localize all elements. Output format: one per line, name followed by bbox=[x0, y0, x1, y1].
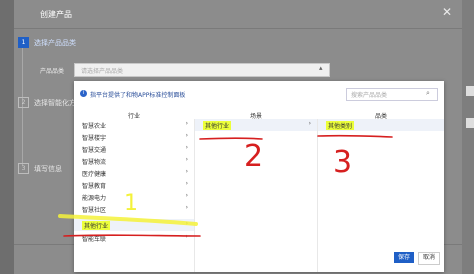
dialog-header: 创建产品 ✕ bbox=[14, 0, 462, 29]
step-2-number: 2 bbox=[18, 97, 29, 108]
industry-item[interactable]: 智慧楼宇 › bbox=[74, 131, 194, 143]
industry-item[interactable]: 智能车联 › bbox=[74, 232, 194, 244]
background-page-left bbox=[0, 0, 14, 274]
industry-item[interactable]: 智慧物流 › bbox=[74, 155, 194, 167]
industry-item[interactable]: 智慧农业 › bbox=[74, 119, 194, 131]
product-category-label: 产品品类 bbox=[40, 68, 65, 75]
chevron-right-icon: › bbox=[185, 120, 188, 127]
info-text: 指平台提供了和物APP标准控制面板 bbox=[90, 92, 186, 99]
product-category-select[interactable]: 请选择产品品类 ▴ bbox=[74, 63, 330, 77]
scene-label: 其他行业 bbox=[203, 121, 232, 130]
chevron-right-icon: › bbox=[185, 233, 188, 240]
industry-column: 智慧农业 › 智慧楼宇 › 智慧交通 › 智慧物流 › 医疗健康 › 智慧教育 › 能源电力… bbox=[74, 119, 195, 272]
industry-label: 智慧交通 bbox=[82, 147, 107, 154]
background-badge bbox=[466, 86, 474, 96]
industry-item-selected[interactable]: 其他行业 › bbox=[74, 219, 194, 231]
scene-column: 其他行业 › bbox=[195, 119, 318, 272]
search-icon[interactable]: ⌕ bbox=[426, 89, 430, 98]
chevron-right-icon: › bbox=[185, 220, 188, 227]
select-placeholder: 请选择产品品类 bbox=[81, 68, 124, 75]
category-search-input[interactable]: 搜索产品品类 ⌕ bbox=[346, 88, 438, 101]
category-label: 其他类别 bbox=[326, 121, 355, 130]
step-1-number: 1 bbox=[18, 37, 29, 48]
industry-label: 智能车联 bbox=[82, 236, 107, 243]
caret-up-icon: ▴ bbox=[319, 64, 323, 72]
industry-label: 医疗健康 bbox=[82, 171, 107, 178]
save-button[interactable]: 保存 bbox=[394, 252, 414, 263]
category-cascader-panel: i 指平台提供了和物APP标准控制面板 搜索产品品类 ⌕ 行业 场景 品类 智慧… bbox=[74, 81, 444, 272]
chevron-right-icon: › bbox=[185, 168, 188, 175]
info-icon: i bbox=[80, 90, 87, 97]
industry-item[interactable]: 智慧社区 › bbox=[74, 203, 194, 215]
search-placeholder: 搜索产品品类 bbox=[351, 92, 388, 99]
industry-label: 智慧农业 bbox=[82, 123, 107, 130]
industry-label: 智慧物流 bbox=[82, 159, 107, 166]
chevron-right-icon: › bbox=[185, 204, 188, 211]
category-item-selected[interactable]: 其他类别 bbox=[318, 119, 444, 131]
category-column: 其他类别 bbox=[318, 119, 444, 272]
close-icon[interactable]: ✕ bbox=[440, 5, 454, 19]
chevron-right-icon: › bbox=[185, 156, 188, 163]
step-3-number: 3 bbox=[18, 163, 29, 174]
chevron-right-icon: › bbox=[185, 132, 188, 139]
industry-label: 智慧楼宇 bbox=[82, 135, 107, 142]
chevron-right-icon: › bbox=[185, 144, 188, 151]
step-1-label: 选择产品品类 bbox=[34, 39, 76, 47]
industry-label: 能源电力 bbox=[82, 195, 107, 202]
step-2-label: 选择智能化方 bbox=[34, 99, 76, 107]
step-3-label: 填写信息 bbox=[34, 165, 62, 173]
industry-item[interactable]: 智慧交通 › bbox=[74, 143, 194, 155]
industry-label: 其他行业 bbox=[82, 221, 111, 230]
background-badge bbox=[466, 118, 474, 128]
dialog-title: 创建产品 bbox=[40, 10, 72, 19]
chevron-right-icon: › bbox=[185, 192, 188, 199]
industry-label: 智慧教育 bbox=[82, 183, 107, 190]
scene-item-selected[interactable]: 其他行业 › bbox=[195, 119, 317, 131]
industry-item[interactable]: 能源电力 › bbox=[74, 191, 194, 203]
background-page-right bbox=[462, 0, 474, 274]
cancel-button[interactable]: 取消 bbox=[418, 252, 440, 265]
industry-label: 智慧社区 bbox=[82, 207, 107, 214]
industry-item[interactable]: 医疗健康 › bbox=[74, 167, 194, 179]
chevron-right-icon: › bbox=[308, 120, 311, 127]
industry-item[interactable]: 智慧教育 › bbox=[74, 179, 194, 191]
chevron-right-icon: › bbox=[185, 180, 188, 187]
